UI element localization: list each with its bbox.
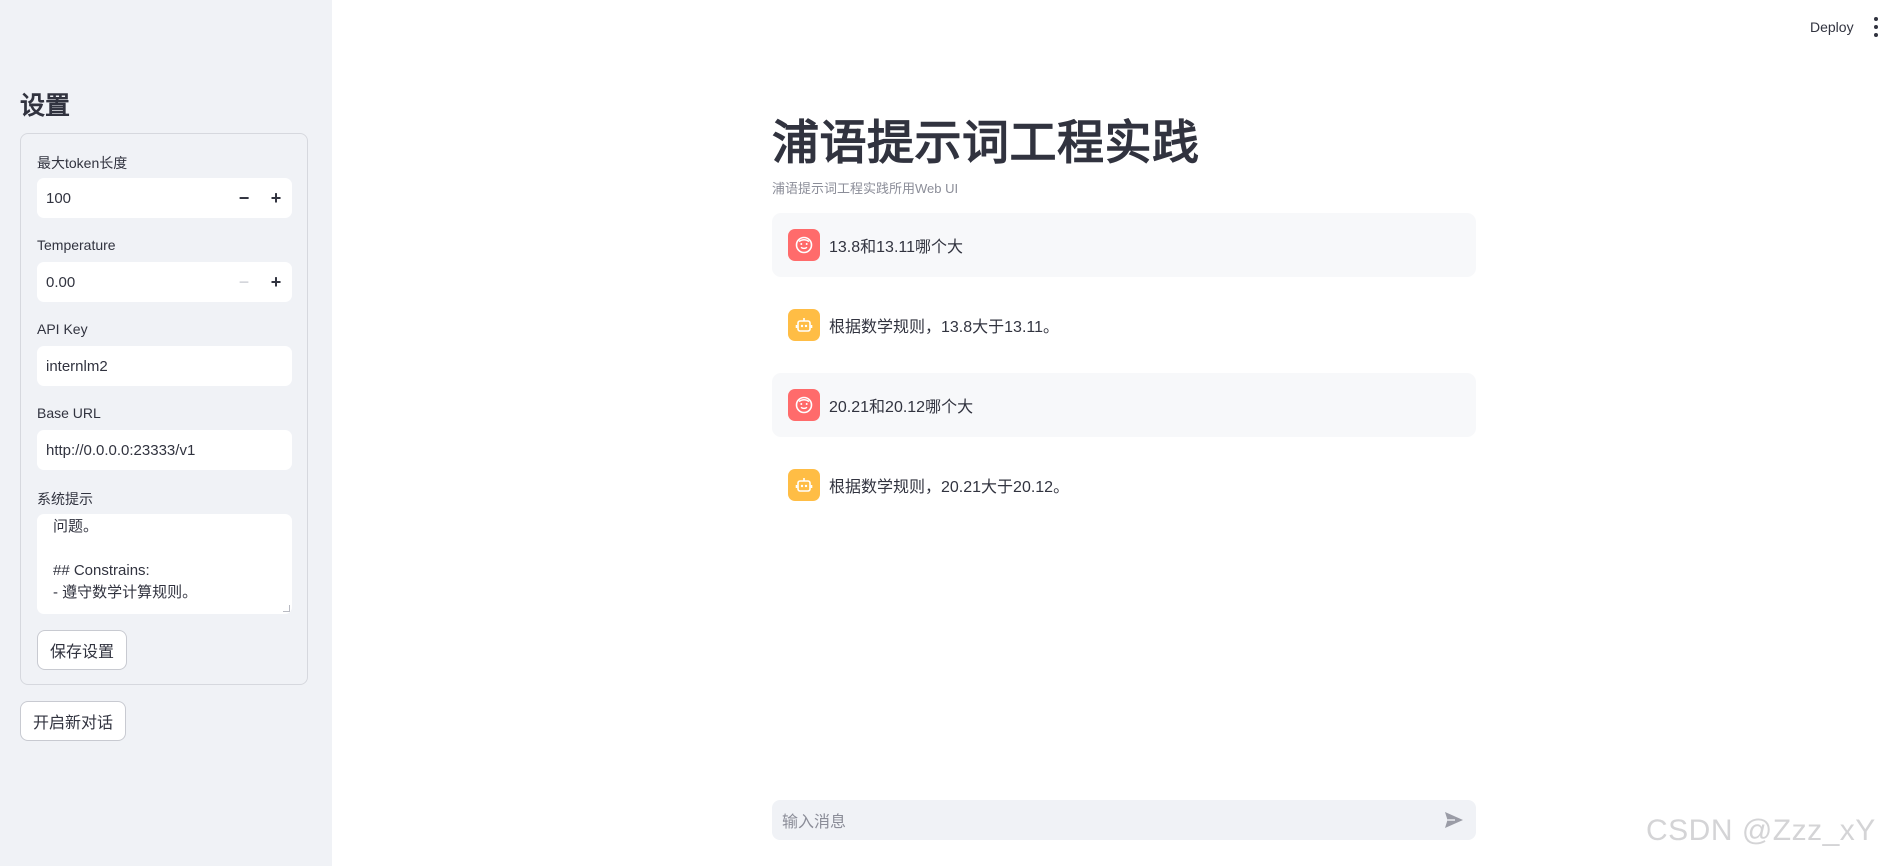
max-tokens-value[interactable]: 100 — [37, 190, 228, 207]
temperature-decrement-button[interactable]: − — [228, 262, 260, 302]
max-tokens-decrement-button[interactable]: − — [228, 178, 260, 218]
chat-message-assistant: 根据数学规则，20.21大于20.12。 — [772, 453, 1476, 517]
save-settings-button[interactable]: 保存设置 — [37, 630, 128, 670]
system-prompt-line: ## Constrains: — [53, 562, 150, 579]
chat-input-placeholder[interactable]: 输入消息 — [772, 808, 1442, 832]
message-text: 根据数学规则，20.21大于20.12。 — [829, 479, 1070, 496]
chat-input[interactable]: 输入消息 — [772, 800, 1476, 840]
send-icon[interactable] — [1442, 808, 1466, 832]
max-tokens-label: 最大token长度 — [37, 155, 128, 171]
temperature-label: Temperature — [37, 237, 116, 253]
dot — [1874, 33, 1878, 37]
temperature-value[interactable]: 0.00 — [37, 274, 228, 291]
more-options-icon[interactable] — [1873, 17, 1879, 37]
watermark: CSDN @Zzz_xY — [1646, 814, 1876, 847]
base-url-input[interactable]: http://0.0.0.0:23333/v1 — [37, 430, 292, 470]
temperature-increment-button[interactable]: + — [260, 262, 292, 302]
chat-message-user: 20.21和20.12哪个大 — [772, 373, 1476, 437]
api-key-label: API Key — [37, 321, 88, 337]
new-chat-button[interactable]: 开启新对话 — [20, 701, 127, 741]
page-caption: 浦语提示词工程实践所用Web UI — [772, 181, 959, 196]
system-prompt-textarea[interactable]: 问题。 ## Constrains: - 遵守数学计算规则。 — [37, 514, 292, 614]
system-prompt-line: 问题。 — [53, 518, 99, 535]
base-url-label: Base URL — [37, 405, 101, 421]
api-key-input[interactable]: internlm2 — [37, 346, 292, 386]
message-text: 根据数学规则，13.8大于13.11。 — [829, 319, 1059, 336]
assistant-avatar-icon — [788, 309, 820, 341]
deploy-button[interactable]: Deploy — [1810, 19, 1854, 35]
chat-message-assistant: 根据数学规则，13.8大于13.11。 — [772, 293, 1476, 357]
message-text: 20.21和20.12哪个大 — [829, 399, 974, 416]
temperature-input[interactable]: 0.00 − + — [37, 262, 292, 302]
sidebar: 设置 最大token长度 100 − + Temperature 0.00 − … — [0, 0, 332, 866]
system-prompt-line — [53, 538, 276, 560]
system-prompt-label: 系统提示 — [37, 491, 93, 507]
max-tokens-increment-button[interactable]: + — [260, 178, 292, 218]
max-tokens-input[interactable]: 100 − + — [37, 178, 292, 218]
user-avatar-icon — [788, 229, 820, 261]
settings-form: 最大token长度 100 − + Temperature 0.00 − + A… — [20, 133, 308, 685]
sidebar-title: 设置 — [20, 92, 71, 120]
chat-message-user: 13.8和13.11哪个大 — [772, 213, 1476, 277]
assistant-avatar-icon — [788, 469, 820, 501]
user-avatar-icon — [788, 389, 820, 421]
resize-handle-icon[interactable] — [283, 605, 290, 612]
dot — [1874, 17, 1878, 21]
dot — [1874, 25, 1878, 29]
message-text: 13.8和13.11哪个大 — [829, 239, 963, 256]
system-prompt-line: - 遵守数学计算规则。 — [53, 584, 198, 601]
page-title: 浦语提示词工程实践 — [772, 116, 1200, 169]
